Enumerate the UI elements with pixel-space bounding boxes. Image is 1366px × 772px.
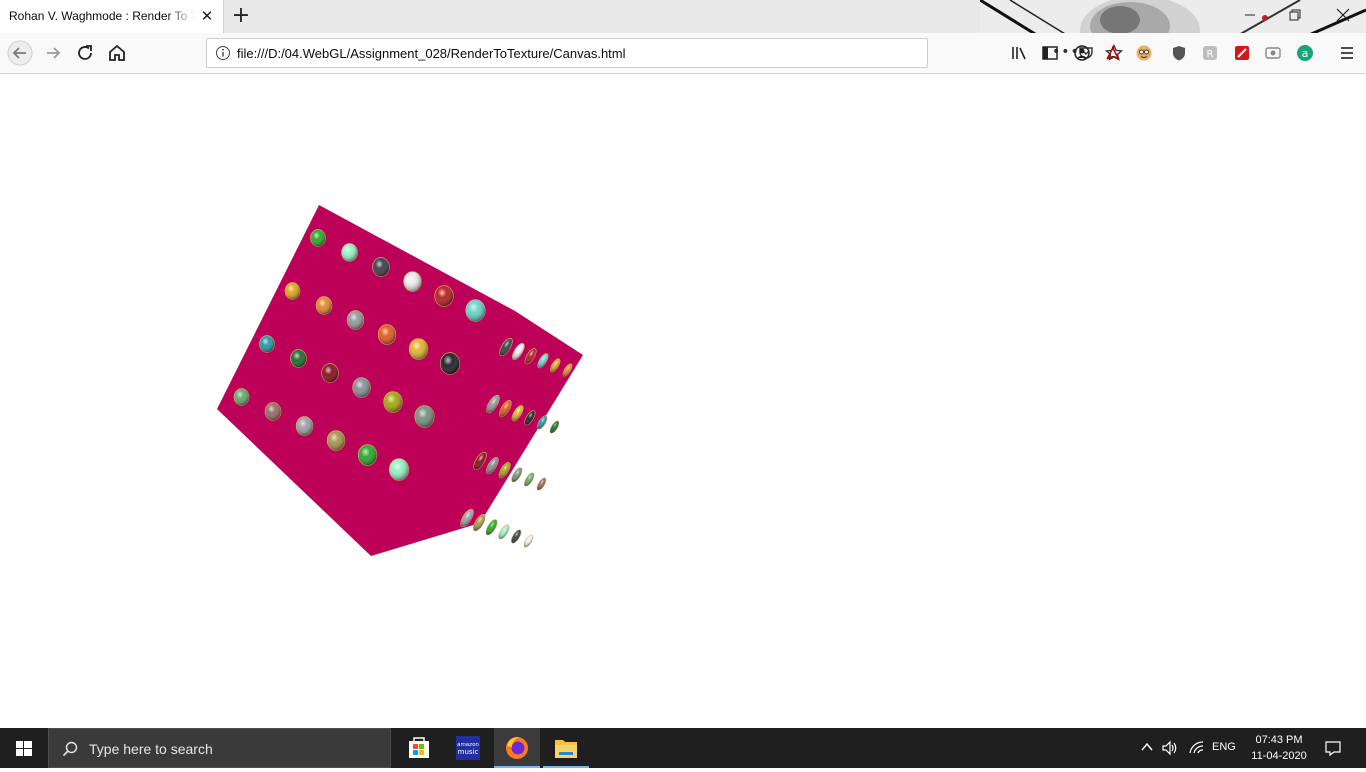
search-icon <box>62 741 78 757</box>
taskbar-app-file-explorer[interactable] <box>543 728 589 768</box>
texture-sphere <box>326 430 346 451</box>
restore-icon[interactable] <box>1288 8 1302 22</box>
sidebar-icon[interactable] <box>1041 44 1059 62</box>
page-content <box>0 74 1366 728</box>
texture-sphere <box>264 402 282 421</box>
texture-sphere <box>310 229 326 247</box>
taskbar-app-store[interactable] <box>396 728 442 768</box>
extension-face-icon[interactable] <box>1135 44 1153 62</box>
amazon-music-icon: amazon music <box>456 736 480 760</box>
texture-sphere <box>511 529 522 544</box>
nav-toolbar: file:///D:/04.WebGL/Assignment_028/Rende… <box>0 33 1366 74</box>
new-tab-icon[interactable]: + <box>231 5 251 27</box>
texture-sphere <box>233 388 250 406</box>
texture-sphere <box>549 420 560 434</box>
wifi-icon[interactable] <box>1188 739 1206 757</box>
svg-text:music: music <box>458 748 479 756</box>
texture-sphere <box>346 310 365 330</box>
url-text[interactable]: file:///D:/04.WebGL/Assignment_028/Rende… <box>237 46 626 61</box>
texture-sphere <box>388 458 410 481</box>
texture-sphere <box>259 335 275 353</box>
pdf-extension-icon[interactable] <box>1104 44 1122 62</box>
extension-r-icon[interactable]: R <box>1201 44 1219 62</box>
textured-cube <box>217 205 583 556</box>
texture-sphere <box>524 472 535 487</box>
url-bar[interactable]: file:///D:/04.WebGL/Assignment_028/Rende… <box>206 38 1123 68</box>
clock[interactable]: 07:43 PM 11-04-2020 <box>1244 732 1314 764</box>
extension-screenshot-icon[interactable] <box>1264 44 1282 62</box>
volume-icon[interactable] <box>1161 739 1179 757</box>
texture-sphere <box>284 282 301 300</box>
start-windows-icon[interactable] <box>0 728 48 768</box>
minimize-icon[interactable] <box>1243 8 1257 22</box>
tab-active[interactable]: Rohan V. Waghmode : Render To Texture ✕ <box>0 0 224 33</box>
reload-icon[interactable] <box>72 40 98 66</box>
tab-strip: Rohan V. Waghmode : Render To Texture ✕ … <box>0 0 1366 74</box>
clock-date: 11-04-2020 <box>1251 750 1307 762</box>
svg-text:R: R <box>1207 49 1214 60</box>
texture-sphere <box>352 377 371 398</box>
chevron-up-icon[interactable] <box>1140 741 1154 753</box>
language-indicator[interactable]: ENG <box>1212 741 1236 753</box>
folder-icon <box>555 740 577 758</box>
browser-window: Rohan V. Waghmode : Render To Texture ✕ … <box>0 0 1366 728</box>
texture-sphere <box>498 524 510 540</box>
texture-sphere <box>523 534 534 548</box>
texture-sphere <box>465 299 486 322</box>
tab-close-icon[interactable]: ✕ <box>198 7 216 25</box>
taskbar-app-amazon-music[interactable]: amazon music <box>445 728 491 768</box>
texture-sphere <box>485 519 498 536</box>
account-icon[interactable] <box>1073 44 1091 62</box>
texture-sphere <box>372 257 390 277</box>
extension-a-icon[interactable]: a <box>1296 44 1314 62</box>
texture-sphere <box>295 416 314 436</box>
tab-title: Rohan V. Waghmode : Render To Texture <box>9 9 195 23</box>
taskbar-app-firefox[interactable] <box>494 728 540 768</box>
shield-icon[interactable] <box>1170 44 1188 62</box>
home-icon[interactable] <box>104 40 130 66</box>
close-window-icon[interactable] <box>1334 6 1352 24</box>
info-icon[interactable] <box>215 45 231 61</box>
library-icon[interactable] <box>1010 44 1028 62</box>
texture-sphere <box>377 324 397 345</box>
texture-sphere <box>383 391 403 413</box>
search-placeholder: Type here to search <box>89 741 213 757</box>
texture-sphere <box>290 349 307 368</box>
texture-sphere <box>341 243 358 262</box>
taskbar: Type here to search amazon music ENG 07:… <box>0 728 1366 768</box>
notifications-icon[interactable] <box>1324 739 1342 757</box>
texture-sphere <box>403 271 422 292</box>
webgl-canvas[interactable] <box>0 74 1366 728</box>
extension-red-icon[interactable] <box>1233 44 1251 62</box>
texture-sphere <box>408 338 429 360</box>
taskbar-search[interactable]: Type here to search <box>48 728 391 768</box>
menu-icon[interactable] <box>1338 44 1356 62</box>
texture-sphere <box>536 477 547 491</box>
clock-time: 07:43 PM <box>1255 734 1303 746</box>
forward-icon[interactable] <box>40 40 66 66</box>
back-icon[interactable] <box>7 40 33 66</box>
svg-text:a: a <box>1302 47 1309 60</box>
texture-sphere <box>439 352 461 375</box>
texture-sphere <box>434 285 454 307</box>
texture-sphere <box>414 405 435 428</box>
texture-sphere <box>357 444 378 466</box>
firefox-icon <box>506 737 528 759</box>
store-icon <box>409 737 429 758</box>
texture-sphere <box>321 363 339 383</box>
texture-sphere <box>315 296 333 315</box>
